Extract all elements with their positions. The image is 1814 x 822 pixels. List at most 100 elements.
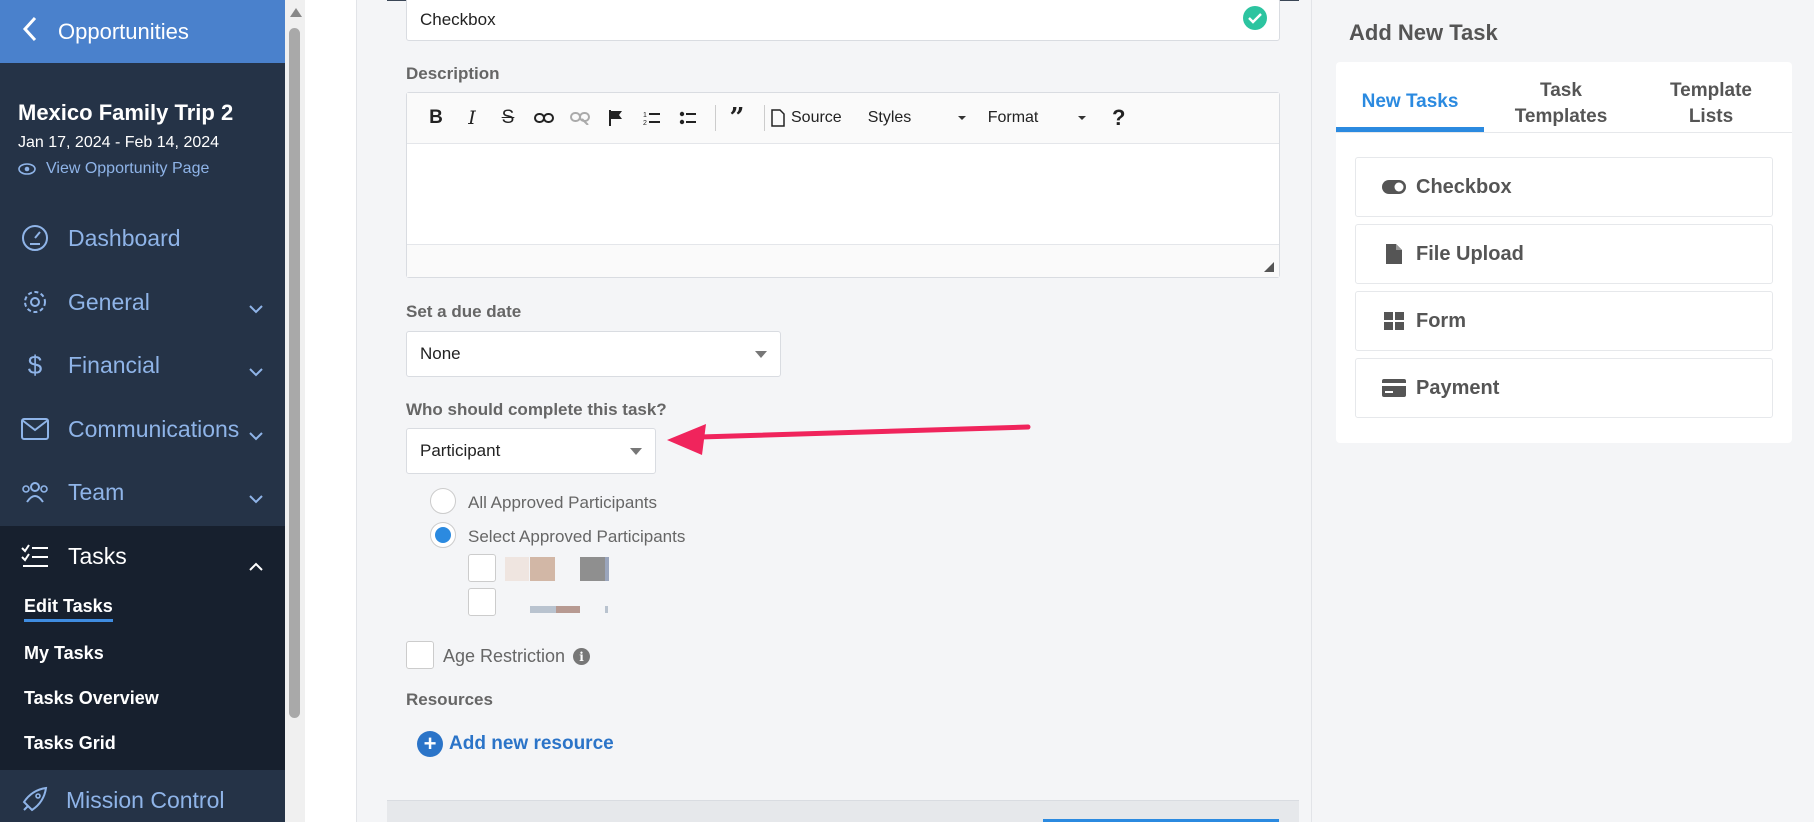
chevron-down-icon <box>249 356 263 383</box>
radio-select-approved[interactable] <box>430 522 456 548</box>
italic-icon[interactable]: I <box>457 104 487 132</box>
nav-team[interactable]: Team <box>0 461 285 523</box>
chevron-down-icon <box>249 483 263 510</box>
subnav-tasks-grid[interactable]: Tasks Grid <box>0 721 285 766</box>
mission-control-label: Mission Control <box>66 786 225 813</box>
age-restriction-checkbox[interactable] <box>406 641 434 669</box>
trip-info: Mexico Family Trip 2 Jan 17, 2024 - Feb … <box>18 100 278 178</box>
tab-template-lists-label: Template Lists <box>1669 80 1752 127</box>
speedometer-icon <box>20 223 50 253</box>
option-form[interactable]: Form <box>1355 291 1773 351</box>
redacted-name <box>530 606 556 613</box>
tab-task-templates[interactable]: Task Templates <box>1486 76 1636 132</box>
content-gutter <box>305 0 357 822</box>
redacted-name <box>556 606 580 613</box>
info-icon[interactable]: i <box>573 648 591 665</box>
styles-dropdown[interactable]: Styles <box>868 104 974 132</box>
nav-mission-control[interactable]: Mission Control <box>0 778 305 822</box>
add-resource-label: Add new resource <box>449 733 614 754</box>
toolbar-separator <box>715 105 716 131</box>
task-list-icon <box>20 541 50 571</box>
back-label: Opportunities <box>58 18 189 44</box>
subnav-my-tasks[interactable]: My Tasks <box>0 631 285 676</box>
redacted-name <box>605 557 609 581</box>
participant-checkbox[interactable] <box>468 554 496 582</box>
radio-select-approved-label: Select Approved Participants <box>468 527 686 546</box>
nav-financial[interactable]: $ Financial <box>0 334 285 396</box>
view-opportunity-label: View Opportunity Page <box>46 160 210 177</box>
option-payment[interactable]: Payment <box>1355 358 1773 418</box>
format-dropdown[interactable]: Format <box>988 104 1094 132</box>
redacted-avatar <box>580 557 608 581</box>
source-button[interactable]: Source <box>771 104 842 132</box>
tab-template-lists[interactable]: Template Lists <box>1636 76 1786 132</box>
subnav-tasks-grid-label: Tasks Grid <box>24 733 116 753</box>
nav-communications[interactable]: Communications <box>0 398 285 460</box>
nav-general-label: General <box>68 288 150 315</box>
svg-text:2: 2 <box>643 120 647 126</box>
subnav-tasks-overview-label: Tasks Overview <box>24 688 159 708</box>
link-icon[interactable] <box>529 104 559 132</box>
who-select[interactable]: Participant <box>406 428 656 474</box>
task-type-field[interactable]: Checkbox <box>406 0 1280 41</box>
scroll-up-arrow-icon[interactable] <box>290 8 302 17</box>
subnav-tasks-overview[interactable]: Tasks Overview <box>0 676 285 721</box>
bold-icon[interactable]: B <box>421 104 451 132</box>
due-date-value: None <box>420 344 461 363</box>
option-file-upload[interactable]: File Upload <box>1355 224 1773 284</box>
description-label: Description <box>406 64 500 83</box>
nav-dashboard[interactable]: Dashboard <box>0 207 285 269</box>
caret-down-icon <box>957 116 966 120</box>
nav-tasks-label: Tasks <box>68 542 127 569</box>
envelope-icon <box>20 414 50 444</box>
due-date-select[interactable]: None <box>406 331 781 377</box>
option-form-label: Form <box>1416 309 1466 332</box>
resize-handle-icon[interactable] <box>1264 262 1274 272</box>
grid-icon <box>1382 312 1406 330</box>
description-editor[interactable]: B I S 12 ” Source Styles Format ? <box>406 92 1280 278</box>
rocket-icon <box>20 786 48 814</box>
sidebar: Opportunities Mexico Family Trip 2 Jan 1… <box>0 0 285 822</box>
radio-all-approved[interactable] <box>430 488 456 514</box>
nav-tasks[interactable]: Tasks <box>0 526 285 586</box>
chevron-down-icon <box>249 420 263 447</box>
chevron-down-icon <box>249 293 263 320</box>
format-label: Format <box>987 109 1039 126</box>
blockquote-icon[interactable]: ” <box>722 103 752 133</box>
view-opportunity-link[interactable]: View Opportunity Page <box>18 160 278 178</box>
numbered-list-icon[interactable]: 12 <box>637 104 667 132</box>
trip-dates: Jan 17, 2024 - Feb 14, 2024 <box>18 134 220 151</box>
resources-label: Resources <box>406 690 493 709</box>
option-payment-label: Payment <box>1416 376 1500 399</box>
flag-icon[interactable] <box>601 104 631 132</box>
tab-new-tasks[interactable]: New Tasks <box>1336 76 1484 132</box>
participant-checkbox[interactable] <box>468 588 496 616</box>
sidebar-scrollbar[interactable] <box>285 0 305 822</box>
help-icon[interactable]: ? <box>1104 104 1134 132</box>
add-resource-button[interactable]: + Add new resource <box>417 731 614 757</box>
option-file-upload-label: File Upload <box>1416 242 1524 265</box>
eye-icon <box>18 163 36 175</box>
who-label: Who should complete this task? <box>406 400 667 419</box>
plus-circle-icon: + <box>417 731 443 757</box>
scrollbar-thumb[interactable] <box>289 28 300 718</box>
subnav-edit-tasks[interactable]: Edit Tasks <box>0 586 285 631</box>
strikethrough-icon[interactable]: S <box>493 104 523 132</box>
nav-general[interactable]: General <box>0 271 285 333</box>
chevron-up-icon <box>249 550 263 577</box>
users-icon <box>20 477 50 507</box>
option-checkbox[interactable]: Checkbox <box>1355 157 1773 217</box>
nav-dashboard-label: Dashboard <box>68 224 181 251</box>
caret-down-icon <box>755 351 767 358</box>
gear-icon <box>20 287 50 317</box>
editor-statusbar <box>407 244 1279 277</box>
tabs-divider <box>1336 132 1792 133</box>
chevron-left-icon <box>22 16 38 47</box>
tasks-section: Tasks Edit Tasks My Tasks Tasks Overview… <box>0 526 285 770</box>
bullet-list-icon[interactable] <box>673 104 703 132</box>
redacted-name <box>605 606 608 613</box>
unlink-icon[interactable] <box>565 104 595 132</box>
caret-down-icon <box>630 448 642 455</box>
form-footer <box>387 800 1299 822</box>
back-to-opportunities[interactable]: Opportunities <box>0 0 285 63</box>
